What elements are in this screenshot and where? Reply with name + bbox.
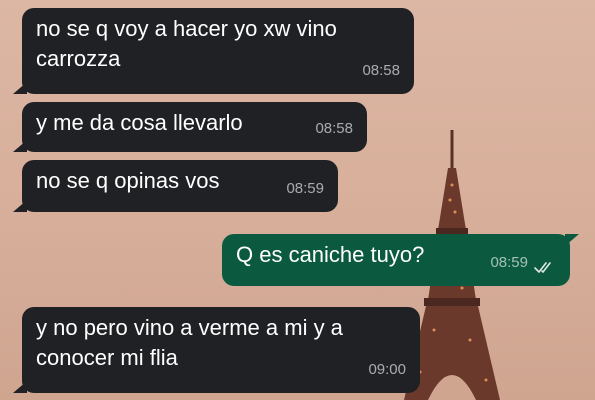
bubble-tail bbox=[565, 234, 579, 246]
message-bubble-incoming[interactable]: y no pero vino a verme a mi y a conocer … bbox=[13, 307, 420, 393]
message-bubble-outgoing[interactable]: Q es caniche tuyo? 08:59 bbox=[222, 234, 579, 286]
message-text-line: conocer mi flia bbox=[36, 345, 178, 370]
bubble-tail bbox=[13, 82, 27, 94]
message-time: 08:59 bbox=[490, 254, 528, 271]
bubble-tail bbox=[13, 200, 27, 212]
message-text-line: y me da cosa llevarlo bbox=[36, 110, 243, 135]
message-bubble-incoming[interactable]: no se q voy a hacer yo xw vino carrozza … bbox=[13, 8, 414, 94]
message-time: 08:59 bbox=[286, 180, 324, 197]
message-text-line: no se q opinas vos bbox=[36, 168, 220, 193]
message-text-line: y no pero vino a verme a mi y a bbox=[36, 315, 343, 340]
message-bubble-incoming[interactable]: no se q opinas vos 08:59 bbox=[13, 160, 338, 212]
message-text-line: carrozza bbox=[36, 46, 121, 71]
double-check-read-icon bbox=[534, 262, 551, 273]
message-time: 08:58 bbox=[362, 62, 400, 79]
message-bubble-incoming[interactable]: y me da cosa llevarlo 08:58 bbox=[13, 102, 367, 152]
bubble-tail bbox=[13, 140, 27, 152]
message-time: 09:00 bbox=[368, 361, 406, 378]
message-text-line: no se q voy a hacer yo xw vino bbox=[36, 16, 337, 41]
bubble-tail bbox=[13, 381, 27, 393]
message-time: 08:58 bbox=[315, 120, 353, 137]
